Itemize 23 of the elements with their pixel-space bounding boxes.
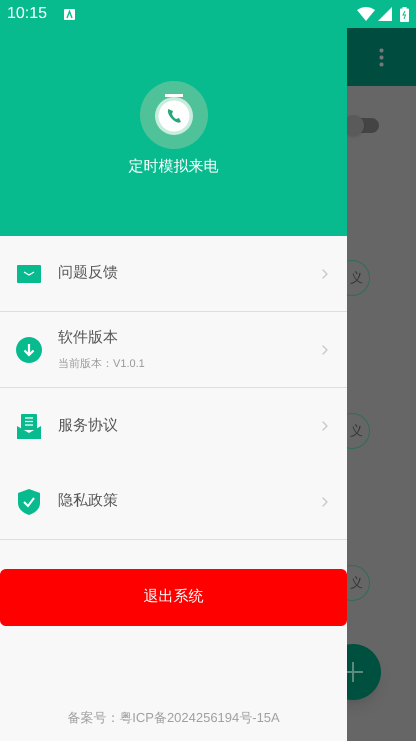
menu-item[interactable]: 问题反馈 [0,236,347,312]
app-title: 定时模拟来电 [128,157,218,177]
menu-item[interactable]: 隐私政策 [0,464,347,540]
version-text: 当前版本：V1.0.1 [58,356,146,372]
icp-record-text: 备案号：粤ICP备2024256194号-15A [66,708,281,726]
battery-icon [400,6,409,22]
clock-time: 10:15 [7,4,48,24]
download-icon [16,336,42,362]
more-icon[interactable] [379,48,384,66]
wifi-icon [357,7,375,21]
menu-item[interactable]: 软件版本 当前版本：V1.0.1 [0,312,347,388]
menu-item-label: 隐私政策 [58,491,119,512]
menu-item-label: 问题反馈 [58,263,119,284]
signal-icon [378,7,392,21]
notification-icon [64,8,76,20]
menu-item-label: 服务协议 [58,416,119,436]
envelope-icon [17,264,41,282]
document-tray-icon [17,414,41,438]
stopwatch-phone-icon [140,81,208,149]
menu-item-label: 软件版本 [58,328,119,348]
shield-check-icon [18,488,40,514]
toggle-switch[interactable] [345,118,379,133]
logout-button[interactable]: 退出系统 [0,569,347,626]
